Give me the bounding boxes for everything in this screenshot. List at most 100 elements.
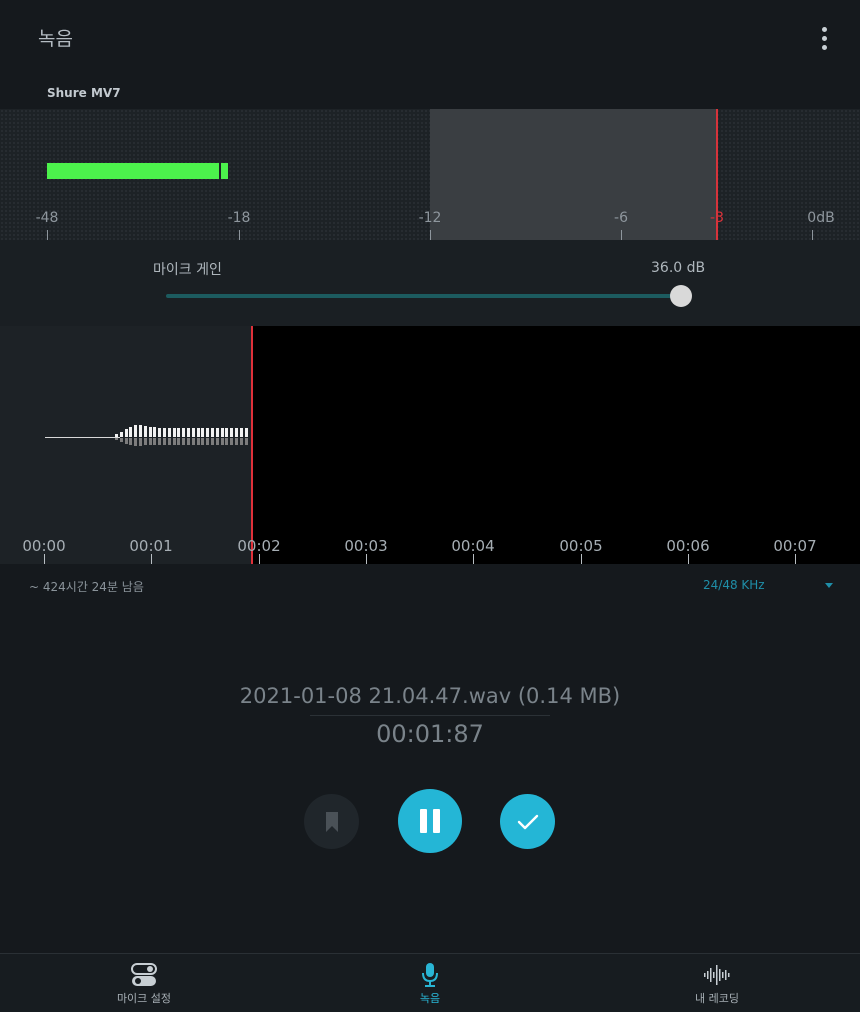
time-label: 00:03 [344, 537, 388, 555]
waveform-bar [115, 434, 118, 437]
remaining-time: ~ 424시간 24분 남음 [29, 580, 144, 594]
waveform-bar [129, 438, 133, 445]
waveform-bar [148, 427, 152, 437]
bookmark-button[interactable] [304, 794, 359, 849]
level-meter: -48 -18 -12 -6 -3 0dB [0, 109, 860, 240]
waveform-bar [167, 438, 171, 445]
waveform-bar [139, 425, 142, 437]
meter-scale-label: 0dB [807, 210, 835, 226]
caret-down-icon [824, 582, 833, 588]
time-tick [151, 554, 152, 564]
divider [310, 715, 550, 716]
waveform-bar [206, 438, 210, 445]
playhead[interactable] [251, 326, 253, 564]
waveform-panel[interactable]: 00:00 00:01 00:02 00:03 00:04 00:05 00:0… [0, 326, 860, 564]
gain-panel: 마이크 게인 36.0 dB [0, 240, 860, 326]
nav-label: 마이크 설정 [116, 992, 172, 1005]
waveform-bar [124, 438, 128, 444]
waveform-bar [239, 438, 243, 445]
time-label: 00:00 [22, 537, 66, 555]
waveform-bar [172, 428, 176, 437]
gain-value: 36.0 dB [651, 260, 706, 276]
page-title: 녹음 [38, 28, 73, 50]
nav-label: 내 레코딩 [695, 992, 739, 1005]
waveform-bar [158, 438, 162, 445]
time-tick [259, 554, 260, 564]
waveform-bar [220, 438, 224, 445]
meter-level-bar [47, 163, 219, 179]
meter-warning-zone [430, 109, 717, 240]
sample-rate-value: 24/48 KHz [703, 578, 765, 592]
waveform-bar [143, 426, 147, 437]
time-tick [44, 554, 45, 564]
waveform-bar [177, 438, 181, 445]
meter-tick [621, 230, 622, 240]
nav-item-record[interactable]: 녹음 [330, 954, 530, 1012]
waveform-bar [182, 428, 186, 437]
bookmark-icon [325, 811, 338, 832]
waveform-bar [129, 427, 133, 437]
time-tick [473, 554, 474, 564]
nav-label: 녹음 [419, 992, 441, 1005]
bottom-navigation: 마이크 설정 녹음 내 레코딩 [0, 953, 860, 1012]
waveform-bar [225, 428, 229, 437]
waveform-bar [115, 438, 118, 440]
meter-peak-indicator [221, 163, 228, 179]
waveform-bar [244, 438, 248, 445]
waveform-bar [230, 428, 234, 437]
waveform-bar [230, 438, 234, 445]
meter-scale-label: -12 [418, 210, 442, 226]
waveform-bar [244, 428, 248, 437]
waveform-recorded-area [0, 326, 251, 564]
toggle-icon [131, 963, 157, 986]
gain-slider-thumb[interactable] [670, 285, 692, 307]
waveform-bar [215, 428, 219, 437]
time-tick [581, 554, 582, 564]
time-tick [688, 554, 689, 564]
nav-item-my-recordings[interactable]: 내 레코딩 [617, 954, 817, 1012]
waveform-bar [225, 438, 229, 445]
meter-scale-label: -48 [35, 210, 59, 226]
finish-recording-button[interactable] [500, 794, 555, 849]
waveform-bar [215, 438, 219, 445]
waveform-bar [119, 438, 123, 442]
waveform-bar [206, 428, 210, 437]
waveform-bar [143, 438, 147, 445]
meter-tick [47, 230, 48, 240]
waveform-bar [220, 428, 224, 437]
meter-tick [430, 230, 431, 240]
sample-rate-dropdown[interactable]: 24/48 KHz [703, 578, 833, 592]
waveform-bar [211, 428, 214, 437]
waveform-bar [119, 432, 123, 437]
waveform-bar [239, 428, 243, 437]
waveform-bar [163, 428, 166, 437]
waveform-bar [211, 438, 214, 445]
pause-icon [420, 809, 440, 833]
waveform-bar [187, 438, 190, 445]
meter-scale-label-clip: -3 [710, 210, 724, 226]
device-name: Shure MV7 [47, 86, 121, 100]
waveform-bar [201, 428, 205, 437]
waveform-bar [134, 438, 138, 446]
nav-item-mic-settings[interactable]: 마이크 설정 [44, 954, 244, 1012]
pause-button[interactable] [398, 789, 462, 853]
time-label: 00:01 [129, 537, 173, 555]
elapsed-time: 00:01:87 [376, 720, 484, 748]
more-vert-icon[interactable] [812, 22, 836, 54]
time-label: 00:04 [451, 537, 495, 555]
time-label: 00:07 [773, 537, 817, 555]
waveform-bar [196, 428, 200, 437]
meter-scale-label: -18 [227, 210, 251, 226]
recording-file-name: 2021-01-08 21.04.47.wav (0.14 MB) [239, 684, 621, 708]
waveform-bar [235, 428, 238, 437]
waveform-bar [182, 438, 186, 445]
check-icon [517, 814, 538, 829]
waveform-bar [187, 428, 190, 437]
waveform-bar [153, 427, 157, 437]
gain-slider-track[interactable] [166, 294, 681, 298]
waveform-bar [191, 438, 195, 445]
mic-icon [422, 963, 438, 987]
waveform-bar [153, 438, 157, 445]
meter-tick [812, 230, 813, 240]
waveform-bar [134, 425, 138, 437]
